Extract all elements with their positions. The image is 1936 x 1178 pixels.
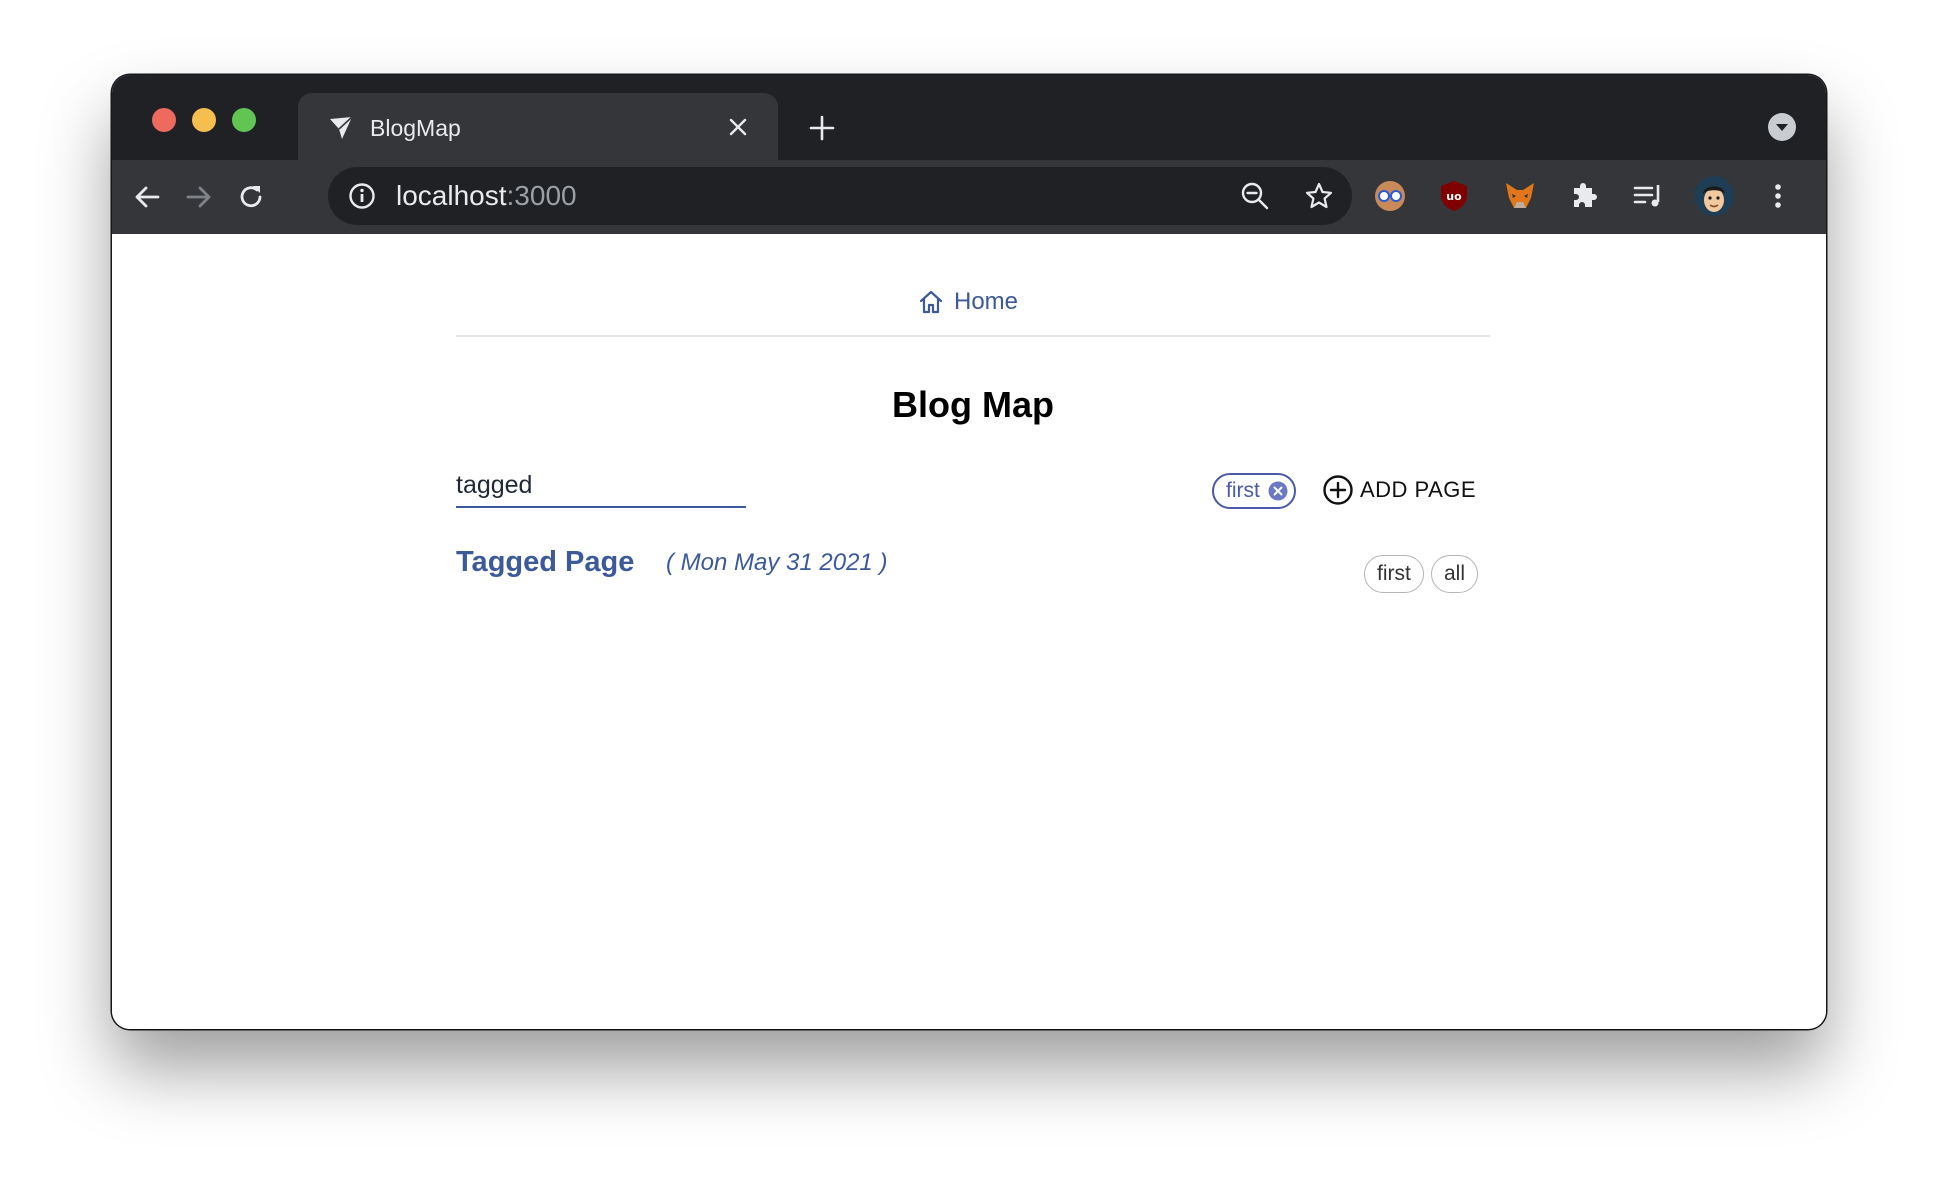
more-vertical-icon[interactable]	[1760, 178, 1796, 214]
plus-icon[interactable]	[809, 115, 835, 141]
filter-chip-label: first	[1226, 479, 1260, 502]
home-icon	[919, 290, 943, 314]
close-window-button[interactable]	[152, 108, 176, 132]
close-icon[interactable]	[728, 117, 748, 137]
ublock-shield-icon[interactable]: uo	[1436, 178, 1472, 214]
tab-strip: BlogMap	[112, 75, 1826, 160]
browser-tab[interactable]: BlogMap	[298, 93, 778, 160]
browser-window: BlogMap localhost:3000 uo Home Blog Map …	[112, 75, 1826, 1029]
bookmark-star-icon[interactable]	[1304, 181, 1334, 211]
add-page-button[interactable]: ADD PAGE	[1322, 472, 1476, 508]
home-label: Home	[954, 288, 1019, 315]
chevron-down-icon	[1776, 124, 1788, 131]
url-text: localhost:3000	[396, 180, 577, 211]
media-queue-icon[interactable]	[1630, 178, 1666, 214]
home-link[interactable]: Home	[918, 286, 1018, 318]
glasses-extension-icon[interactable]	[1372, 178, 1408, 214]
minimize-window-button[interactable]	[192, 108, 216, 132]
search-input[interactable]	[456, 464, 746, 508]
post-list-item: Tagged Page ( Mon May 31 2021 ) first al…	[456, 546, 1490, 596]
tag-chip-all[interactable]: all	[1431, 555, 1479, 593]
info-icon[interactable]	[348, 182, 376, 210]
metamask-fox-icon[interactable]	[1502, 178, 1538, 214]
page-title: Blog Map	[892, 384, 1054, 425]
tag-chip-first[interactable]: first	[1364, 555, 1424, 593]
active-filter-chip[interactable]: first	[1212, 473, 1296, 509]
top-nav: Home	[456, 234, 1490, 337]
browser-toolbar: localhost:3000 uo	[112, 160, 1826, 234]
profile-avatar-icon[interactable]	[1694, 176, 1734, 216]
tab-search-button[interactable]	[1768, 113, 1796, 141]
svg-text:uo: uo	[1446, 190, 1462, 203]
add-circle-icon	[1323, 475, 1353, 505]
post-date: ( Mon May 31 2021 )	[666, 549, 888, 576]
forward-arrow-icon[interactable]	[184, 182, 214, 212]
puzzle-extensions-icon[interactable]	[1566, 178, 1602, 214]
post-title-link[interactable]: Tagged Page	[456, 546, 634, 579]
tab-title: BlogMap	[370, 115, 461, 141]
zoom-out-icon[interactable]	[1240, 181, 1270, 211]
add-page-label: ADD PAGE	[1360, 477, 1477, 502]
back-arrow-icon[interactable]	[132, 182, 162, 212]
paper-plane-icon	[330, 116, 353, 139]
page-viewport: Home Blog Map first ADD PAGE	[112, 234, 1826, 1029]
reload-icon[interactable]	[236, 182, 266, 212]
remove-filter-icon[interactable]	[1268, 481, 1288, 501]
maximize-window-button[interactable]	[232, 108, 256, 132]
address-bar[interactable]: localhost:3000	[328, 167, 1352, 225]
